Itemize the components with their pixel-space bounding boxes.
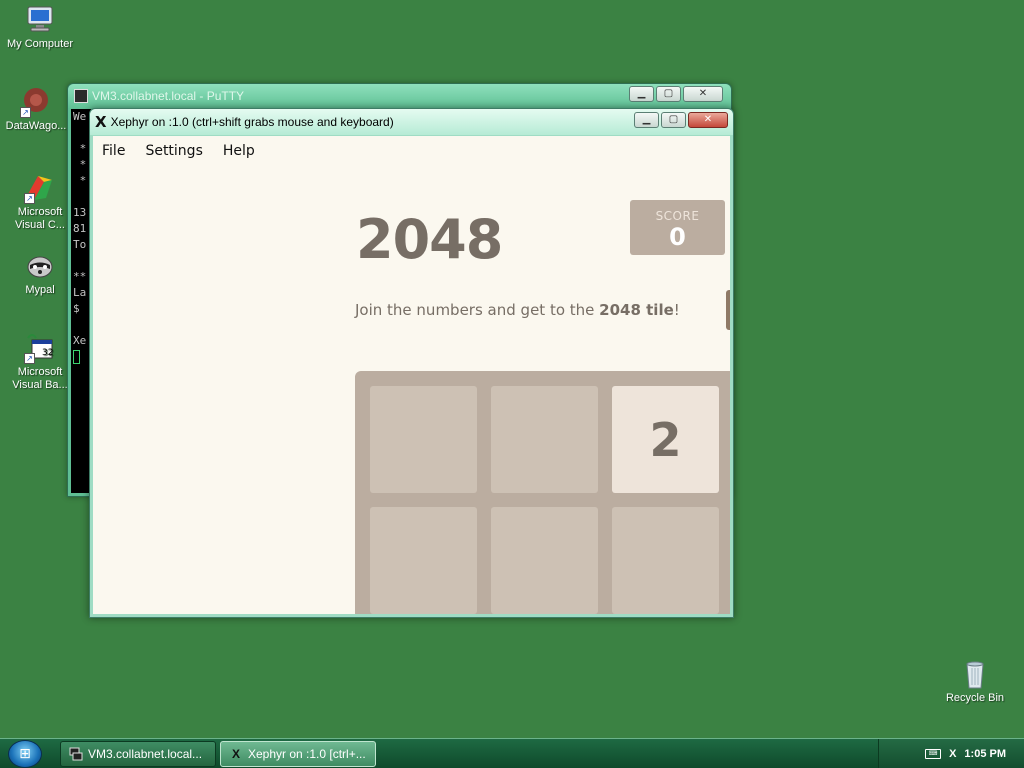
score-box: SCORE 0 [630, 200, 725, 255]
taskbar-item-label: VM3.collabnet.local... [88, 747, 203, 761]
desktop-icon-label: Microsoft Visual Ba... [12, 366, 68, 391]
score-label: SCORE [655, 209, 700, 223]
computer-icon [24, 4, 56, 36]
desktop-icon-label: Recycle Bin [945, 692, 1005, 704]
datawago-icon: ↗ [20, 86, 52, 118]
new-game-button[interactable] [726, 290, 730, 330]
xephyr-client-area[interactable]: File Settings Help 2048 SCORE 0 Join the… [93, 136, 730, 614]
visual-basic-icon: 32 ↗ [24, 332, 56, 364]
intro-suffix: ! [673, 301, 680, 319]
intro-goal: 2048 tile [599, 301, 674, 319]
visual-studio-icon: ↗ [24, 172, 56, 204]
board-cell [370, 507, 477, 614]
desktop-icon-label: DataWago... [5, 120, 67, 132]
putty-icon [69, 747, 83, 761]
maximize-icon: ▢ [663, 88, 674, 99]
close-button[interactable]: ✕ [683, 86, 723, 102]
close-icon: ✕ [698, 88, 708, 99]
taskbar-item-xephyr[interactable]: X Xephyr on :1.0 [ctrl+... [220, 741, 376, 767]
tile-2: 2 [612, 386, 719, 493]
game-board[interactable]: 2 [355, 371, 730, 614]
minimize-button[interactable]: ▁ [634, 112, 659, 128]
close-icon: ✕ [703, 114, 713, 125]
xephyr-title: Xephyr on :1.0 (ctrl+shift grabs mouse a… [110, 115, 394, 129]
putty-terminal[interactable]: We * * * 13 81 To ** La $ Xe [71, 109, 91, 493]
minimize-icon: ▁ [642, 114, 651, 125]
taskbar-item-label: Xephyr on :1.0 [ctrl+... [248, 747, 366, 761]
menu-file[interactable]: File [102, 140, 135, 162]
maximize-icon: ▢ [668, 114, 679, 125]
menu-help[interactable]: Help [213, 140, 265, 162]
keyboard-icon[interactable]: ⌨ [925, 749, 942, 759]
menu-bar: File Settings Help [93, 136, 730, 166]
raccoon-icon [24, 250, 56, 282]
windows-logo-icon: ⊞ [19, 746, 31, 762]
x11-icon: X [231, 747, 240, 761]
system-tray: ⌨ X 1:05 PM [878, 739, 1024, 768]
menu-settings[interactable]: Settings [135, 140, 212, 162]
desktop-icon-label: Microsoft Visual C... [15, 206, 65, 231]
minimize-icon: ▁ [637, 88, 646, 99]
putty-icon [74, 89, 88, 103]
xephyr-window[interactable]: X Xephyr on :1.0 (ctrl+shift grabs mouse… [89, 108, 734, 618]
desktop-icon-datawago[interactable]: ↗ DataWago... [0, 86, 76, 133]
putty-window-controls: ▁ ▢ ✕ [629, 86, 723, 102]
shortcut-arrow-icon: ↗ [20, 107, 31, 118]
clock[interactable]: 1:05 PM [964, 748, 1006, 760]
desktop-icon-label: My Computer [6, 38, 74, 50]
shortcut-arrow-icon: ↗ [24, 353, 35, 364]
recycle-bin-icon [959, 658, 991, 690]
maximize-button[interactable]: ▢ [661, 112, 686, 128]
putty-title: VM3.collabnet.local - PuTTY [92, 89, 245, 103]
start-button[interactable]: ⊞ [8, 740, 42, 768]
xming-tray-icon[interactable]: X [949, 748, 956, 760]
close-button[interactable]: ✕ [688, 112, 728, 128]
board-cell [491, 386, 598, 493]
desktop-icon-my-computer[interactable]: My Computer [0, 4, 80, 51]
game-title: 2048 [356, 208, 503, 271]
board-cell [370, 386, 477, 493]
board-cell [612, 507, 719, 614]
score-value: 0 [669, 223, 686, 251]
taskbar-item-putty[interactable]: VM3.collabnet.local... [60, 741, 216, 767]
svg-text:32: 32 [42, 348, 53, 358]
desktop-icon-recycle-bin[interactable]: Recycle Bin [935, 658, 1015, 705]
terminal-cursor [73, 350, 80, 364]
intro-text: Join the numbers and get to the [355, 301, 600, 319]
desktop-icon-label: Mypal [25, 284, 55, 296]
board-cell [491, 507, 598, 614]
x11-icon: X [95, 113, 107, 131]
game-intro: Join the numbers and get to the 2048 til… [355, 301, 680, 319]
shortcut-arrow-icon: ↗ [24, 193, 35, 204]
taskbar: ⊞ VM3.collabnet.local... X Xephyr on :1.… [0, 738, 1024, 768]
maximize-button[interactable]: ▢ [656, 86, 681, 102]
minimize-button[interactable]: ▁ [629, 86, 654, 102]
xephyr-window-controls: ▁ ▢ ✕ [634, 112, 728, 128]
